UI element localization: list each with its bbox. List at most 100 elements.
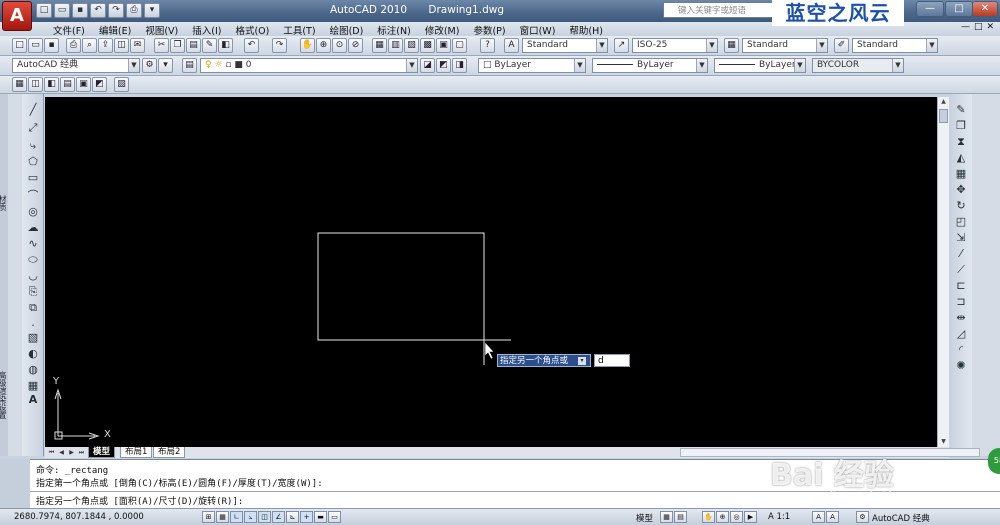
undo-icon[interactable]: ↶ (90, 3, 106, 18)
ellipse-icon[interactable]: ⬭ (25, 252, 41, 268)
layer-states-icon[interactable]: ◨ (452, 58, 467, 73)
menu-help[interactable]: 帮助(H) (562, 22, 610, 37)
redo-icon[interactable]: ↷ (272, 38, 287, 53)
undo-icon[interactable]: ↶ (244, 38, 259, 53)
workspace-select[interactable]: AutoCAD 经典 ▼ (12, 58, 140, 73)
close-button[interactable]: ✕ (972, 1, 998, 17)
make-current-layer-icon[interactable]: ◪ (420, 58, 435, 73)
arc-icon[interactable]: ⌒ (25, 188, 41, 204)
layer-properties-icon[interactable]: ▤ (182, 58, 197, 73)
block-editor-icon[interactable]: ◧ (218, 38, 233, 53)
workspace-settings-icon[interactable]: ⚙ (142, 58, 157, 73)
table-style-select[interactable]: Standard ▼ (742, 38, 828, 53)
construction-line-icon[interactable]: ⤢ (25, 120, 41, 136)
circle-icon[interactable]: ◎ (25, 204, 41, 220)
menu-view[interactable]: 视图(V) (138, 22, 185, 37)
toolbar-icon-3[interactable]: ◧ (44, 77, 59, 92)
command-prompt-line[interactable]: 指定另一个角点或 [面积(A)/尺寸(D)/旋转(R)]: (36, 494, 243, 507)
dim-style-select[interactable]: ISO-25 ▼ (632, 38, 718, 53)
cut-icon[interactable]: ✂ (154, 38, 169, 53)
etransmit-icon[interactable]: ✉ (130, 38, 145, 53)
minimize-button[interactable]: — (916, 1, 944, 17)
stretch-icon[interactable]: ⇲ (953, 230, 969, 246)
multileader-style-select[interactable]: Standard ▼ (852, 38, 938, 53)
menu-draw[interactable]: 绘图(D) (323, 22, 371, 37)
menu-format[interactable]: 格式(O) (228, 22, 276, 37)
region-icon[interactable]: ◍ (25, 362, 41, 378)
sheet-set-icon[interactable]: ▩ (420, 38, 435, 53)
make-block-icon[interactable]: ⧉ (25, 300, 41, 316)
doc-minimize-button[interactable]: — (961, 22, 970, 32)
prev-tab-icon[interactable]: ◀ (57, 448, 66, 457)
publish-icon[interactable]: ⇪ (98, 38, 113, 53)
gradient-icon[interactable]: ◐ (25, 346, 41, 362)
scale-icon[interactable]: ◰ (953, 214, 969, 230)
save-icon[interactable]: ▪ (44, 38, 59, 53)
markup-icon[interactable]: ▣ (436, 38, 451, 53)
rectangle-icon[interactable]: ▭ (25, 170, 41, 186)
toolbar-icon-1[interactable]: ▦ (12, 77, 27, 92)
command-window-handle[interactable] (0, 459, 30, 508)
extend-icon[interactable]: ⟋ (953, 262, 969, 278)
tab-layout1[interactable]: 布局1 (120, 447, 153, 458)
multileader-style-icon[interactable]: ✐ (834, 38, 849, 53)
revision-cloud-icon[interactable]: ☁ (25, 220, 41, 236)
open-file-icon[interactable]: ▭ (54, 3, 70, 18)
new-file-icon[interactable]: □ (36, 3, 52, 18)
text-style-select[interactable]: Standard ▼ (522, 38, 608, 53)
join-icon[interactable]: ⇹ (953, 310, 969, 326)
quick-view-drawings-icon[interactable]: ▤ (674, 511, 687, 523)
line-icon[interactable]: ╱ (25, 102, 41, 118)
menu-edit[interactable]: 编辑(E) (92, 22, 138, 37)
dynamic-input-field[interactable]: d (594, 354, 630, 367)
steering-wheel-icon[interactable]: ◎ (730, 511, 743, 523)
save-icon[interactable]: ▪ (72, 3, 88, 18)
explode-icon[interactable]: ✺ (953, 358, 969, 374)
first-tab-icon[interactable]: ⏮ (47, 448, 56, 457)
vertical-scrollbar[interactable]: ▲ ▼ (937, 97, 949, 447)
grid-display-icon[interactable]: ▦ (216, 511, 229, 523)
table-style-icon[interactable]: ▦ (724, 38, 739, 53)
hatch-icon[interactable]: ▧ (25, 330, 41, 346)
plot-preview-icon[interactable]: ⌕ (82, 38, 97, 53)
tab-model[interactable]: 模型 (88, 447, 116, 458)
menu-file[interactable]: 文件(F) (46, 22, 92, 37)
model-space-toggle[interactable]: 模型 (636, 512, 653, 524)
move-icon[interactable]: ✥ (953, 182, 969, 198)
menu-tools[interactable]: 工具(T) (276, 22, 322, 37)
customize-icon[interactable]: ▾ (158, 58, 173, 73)
plot-icon[interactable]: ⎙ (66, 38, 81, 53)
fillet-icon[interactable]: ◜ (953, 342, 969, 358)
qat-dropdown-icon[interactable]: ▾ (144, 3, 160, 18)
object-snap-icon[interactable]: ◫ (258, 511, 271, 523)
quick-properties-icon[interactable]: ▭ (328, 511, 341, 523)
lineweight-display-icon[interactable]: ▬ (314, 511, 327, 523)
plot-icon[interactable]: ⎙ (126, 3, 142, 18)
zoom-previous-icon[interactable]: ⊘ (348, 38, 363, 53)
dim-style-icon[interactable]: ↗ (614, 38, 629, 53)
coordinate-readout[interactable]: 2680.7974, 807.1844 , 0.0000 (14, 512, 144, 522)
maximize-button[interactable]: □ (945, 1, 973, 17)
zoom-window-icon[interactable]: ⊙ (332, 38, 347, 53)
last-tab-icon[interactable]: ⏭ (77, 448, 86, 457)
rotate-icon[interactable]: ↻ (953, 198, 969, 214)
erase-icon[interactable]: ✎ (953, 102, 969, 118)
redo-icon[interactable]: ↷ (108, 3, 124, 18)
application-menu-button[interactable]: A (2, 1, 32, 31)
menu-dimension[interactable]: 标注(N) (370, 22, 418, 37)
dynamic-ucs-icon[interactable]: ⊾ (286, 511, 299, 523)
break-at-point-icon[interactable]: ⊏ (953, 278, 969, 294)
3d-dwf-icon[interactable]: ◫ (114, 38, 129, 53)
mirror-icon[interactable]: ⧗ (953, 134, 969, 150)
open-icon[interactable]: ▭ (28, 38, 43, 53)
object-snap-tracking-icon[interactable]: ∠ (272, 511, 285, 523)
pan-status-icon[interactable]: ✋ (702, 511, 715, 523)
dropdown-arrow-icon[interactable]: ▾ (578, 357, 586, 365)
offset-icon[interactable]: ◭ (953, 150, 969, 166)
drawing-canvas[interactable]: Y X (45, 97, 937, 447)
menu-parametric[interactable]: 参数(P) (466, 22, 512, 37)
properties-icon[interactable]: ▦ (372, 38, 387, 53)
text-style-icon[interactable]: A (504, 38, 519, 53)
doc-close-button[interactable]: ✕ (986, 22, 994, 32)
next-tab-icon[interactable]: ▶ (67, 448, 76, 457)
